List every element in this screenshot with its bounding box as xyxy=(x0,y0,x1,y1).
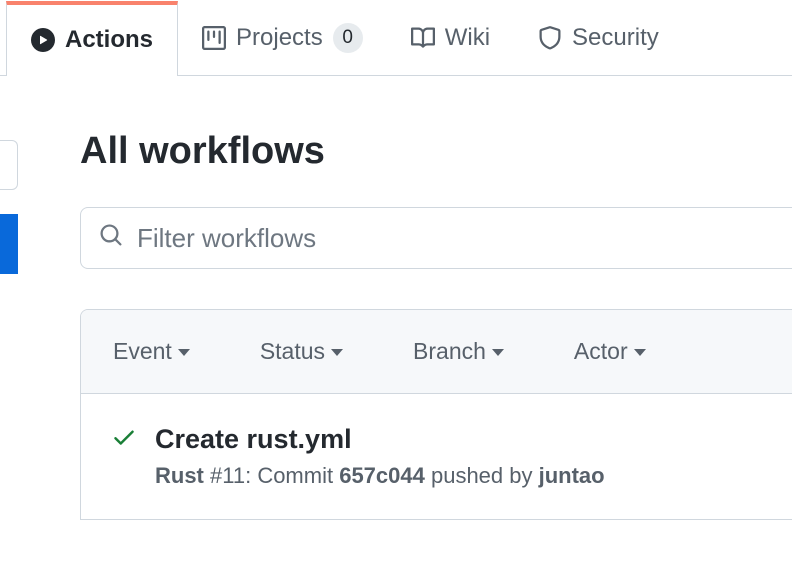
check-icon xyxy=(111,424,137,455)
meta-mid: pushed by xyxy=(425,463,539,488)
shield-icon xyxy=(538,26,562,50)
dropdown-label: Status xyxy=(260,338,325,365)
sidebar-box-outline xyxy=(0,140,18,190)
play-circle-icon xyxy=(31,28,55,52)
tab-label: Projects xyxy=(236,24,323,52)
filter-branch-dropdown[interactable]: Branch xyxy=(413,338,504,365)
workflow-runs-list: Event Status Branch Actor Create rust.ym… xyxy=(80,309,792,520)
tab-label: Wiki xyxy=(445,24,490,52)
tab-label: Security xyxy=(572,24,659,52)
filter-event-dropdown[interactable]: Event xyxy=(113,338,190,365)
caret-down-icon xyxy=(331,349,343,356)
filter-bar[interactable] xyxy=(80,207,792,269)
page-title: All workflows xyxy=(80,130,792,173)
tab-security[interactable]: Security xyxy=(514,0,683,75)
meta-prefix: Commit xyxy=(257,463,339,488)
tab-projects[interactable]: Projects 0 xyxy=(178,0,387,75)
search-icon xyxy=(99,223,123,254)
filter-input[interactable] xyxy=(137,223,781,254)
workflow-name: Rust xyxy=(155,463,204,488)
tab-actions[interactable]: Actions xyxy=(6,1,178,76)
run-title[interactable]: Create rust.yml xyxy=(155,424,605,455)
filter-actor-dropdown[interactable]: Actor xyxy=(574,338,646,365)
sidebar-fragment xyxy=(0,140,18,274)
run-text: Create rust.yml Rust #11: Commit 657c044… xyxy=(155,424,605,489)
workflow-run-row[interactable]: Create rust.yml Rust #11: Commit 657c044… xyxy=(81,394,792,519)
projects-count-badge: 0 xyxy=(333,23,363,53)
caret-down-icon xyxy=(178,349,190,356)
dropdown-label: Event xyxy=(113,338,172,365)
dropdown-label: Branch xyxy=(413,338,486,365)
filter-status-dropdown[interactable]: Status xyxy=(260,338,343,365)
book-icon xyxy=(411,26,435,50)
repo-tabs: Actions Projects 0 Wiki Security xyxy=(0,0,792,76)
main-content: All workflows Event Status Branch Actor xyxy=(0,76,792,520)
run-meta: Rust #11: Commit 657c044 pushed by junta… xyxy=(155,463,605,489)
sidebar-active-indicator xyxy=(0,214,18,274)
commit-author[interactable]: juntao xyxy=(539,463,605,488)
tab-label: Actions xyxy=(65,26,153,54)
tab-wiki[interactable]: Wiki xyxy=(387,0,514,75)
project-icon xyxy=(202,26,226,50)
dropdown-label: Actor xyxy=(574,338,628,365)
list-header: Event Status Branch Actor xyxy=(81,310,792,394)
commit-sha[interactable]: 657c044 xyxy=(339,463,425,488)
caret-down-icon xyxy=(634,349,646,356)
run-number: #11: xyxy=(204,463,257,488)
caret-down-icon xyxy=(492,349,504,356)
